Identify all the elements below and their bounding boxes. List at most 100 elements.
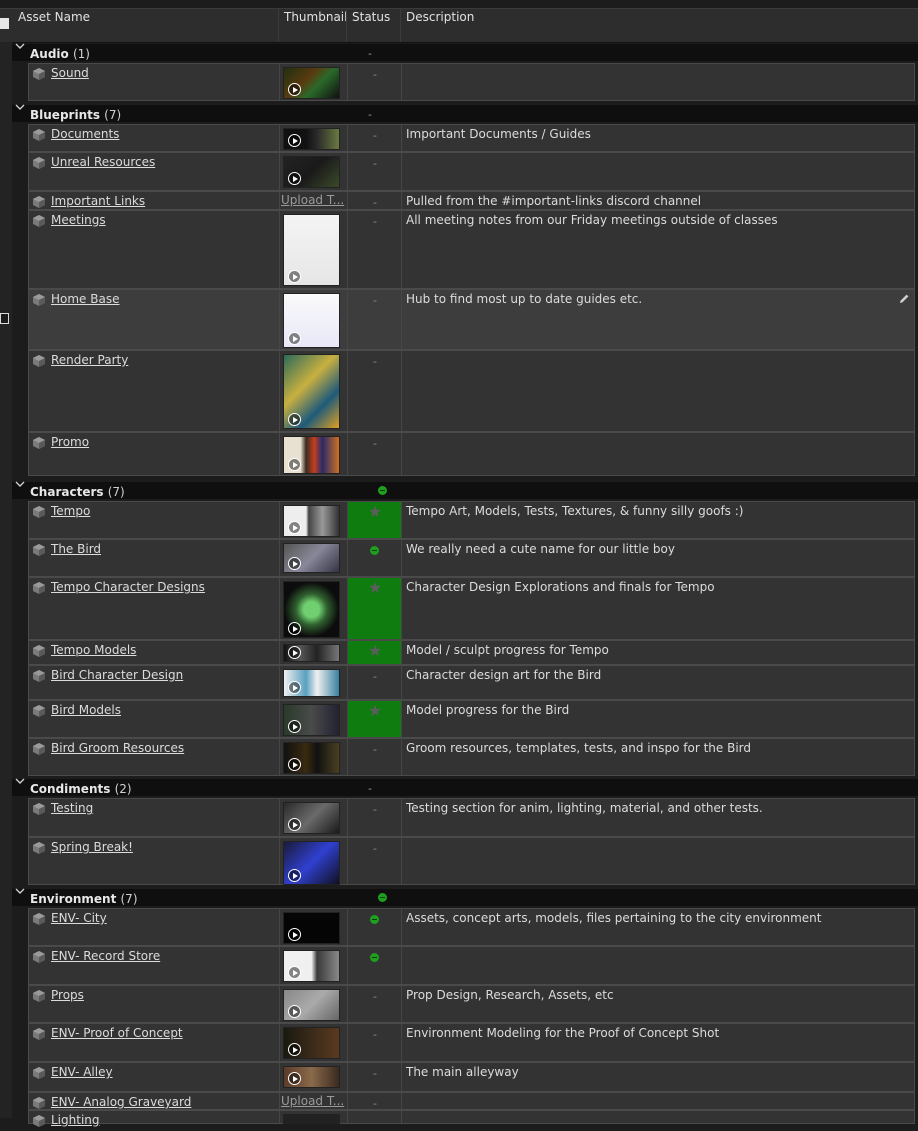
column-header-description[interactable]: Description: [401, 9, 918, 42]
asset-name-link[interactable]: Bird Groom Resources: [51, 741, 184, 755]
status-cell[interactable]: -: [348, 739, 402, 775]
status-cell[interactable]: -: [348, 799, 402, 836]
description-cell[interactable]: [402, 1093, 914, 1109]
thumbnail-cell[interactable]: [280, 909, 348, 945]
list-item[interactable]: ENV- City Assets, concept arts, models, f…: [28, 908, 915, 946]
description-cell[interactable]: Important Documents / Guides: [402, 125, 914, 151]
thumbnail-cell[interactable]: [280, 502, 348, 538]
thumbnail-image[interactable]: [283, 67, 340, 99]
play-icon[interactable]: [288, 869, 301, 882]
thumbnail-image[interactable]: [283, 802, 340, 834]
list-item[interactable]: Home Base - Hub to find most up to date gu…: [28, 289, 915, 350]
thumbnail-cell[interactable]: [280, 1063, 348, 1091]
thumbnail-image[interactable]: [283, 581, 340, 638]
asset-name-link[interactable]: ENV- Analog Graveyard: [51, 1095, 191, 1109]
asset-name-link[interactable]: ENV- Proof of Concept: [51, 1026, 183, 1040]
description-cell[interactable]: Model progress for the Bird: [402, 701, 914, 737]
group-header-characters[interactable]: Characters (7): [12, 479, 918, 499]
play-icon[interactable]: [288, 1005, 301, 1018]
status-cell[interactable]: [348, 909, 402, 945]
thumbnail-image[interactable]: [283, 156, 340, 188]
asset-name-link[interactable]: Meetings: [51, 213, 106, 227]
asset-name-link[interactable]: Render Party: [51, 353, 128, 367]
thumbnail-cell[interactable]: [280, 1024, 348, 1061]
status-cell[interactable]: -: [348, 192, 402, 209]
list-item[interactable]: Bird Groom Resources - Groom resources, te…: [28, 738, 915, 776]
thumbnail-image[interactable]: [283, 644, 340, 662]
status-cell[interactable]: ★: [348, 641, 402, 664]
description-cell[interactable]: [402, 1111, 914, 1123]
list-item[interactable]: Promo -: [28, 432, 915, 476]
thumbnail-image[interactable]: [283, 354, 340, 429]
description-cell[interactable]: Pulled from the #important-links discord…: [402, 192, 914, 209]
asset-name-link[interactable]: Promo: [51, 435, 89, 449]
description-cell[interactable]: Character design art for the Bird: [402, 666, 914, 699]
status-cell[interactable]: [348, 947, 402, 984]
status-cell[interactable]: ★: [348, 578, 402, 639]
thumbnail-image[interactable]: [283, 950, 340, 982]
list-item[interactable]: ENV- Alley - The main alleyway: [28, 1062, 915, 1092]
list-item[interactable]: Bird Character Design - Character design a…: [28, 665, 915, 700]
description-cell[interactable]: [402, 351, 914, 431]
thumbnail-image[interactable]: [283, 214, 340, 286]
status-cell[interactable]: -: [348, 290, 402, 349]
status-cell[interactable]: [348, 540, 402, 576]
asset-name-link[interactable]: Unreal Resources: [51, 155, 155, 169]
status-cell[interactable]: -: [348, 1093, 402, 1110]
chevron-down-icon[interactable]: [15, 102, 27, 114]
status-cell[interactable]: -: [348, 1024, 402, 1061]
status-cell[interactable]: -: [348, 986, 402, 1022]
asset-name-link[interactable]: Tempo: [51, 504, 90, 518]
chevron-down-icon[interactable]: [15, 479, 27, 491]
thumbnail-cell[interactable]: [280, 351, 348, 431]
group-header-audio[interactable]: Audio (1) -: [12, 43, 918, 61]
thumbnail-cell[interactable]: [280, 290, 348, 349]
play-icon[interactable]: [288, 270, 301, 283]
thumbnail-image[interactable]: [283, 1027, 340, 1059]
list-item[interactable]: Tempo ★ Tempo Art, Models, Tests, Textures…: [28, 501, 915, 539]
play-icon[interactable]: [288, 720, 301, 733]
status-cell[interactable]: -: [348, 433, 402, 475]
play-icon[interactable]: [288, 521, 301, 534]
thumbnail-cell[interactable]: [280, 666, 348, 699]
play-icon[interactable]: [288, 1072, 301, 1085]
star-icon[interactable]: ★: [348, 502, 402, 521]
thumbnail-image[interactable]: [283, 841, 340, 885]
description-cell[interactable]: Model / sculpt progress for Tempo: [402, 641, 914, 664]
asset-name-link[interactable]: Bird Models: [51, 703, 121, 717]
list-item[interactable]: Props - Prop Design, Research, Assets, etc: [28, 985, 915, 1023]
list-item[interactable]: Tempo Models ★ Model / sculpt progress for…: [28, 640, 915, 665]
thumbnail-cell[interactable]: [280, 701, 348, 737]
description-cell[interactable]: All meeting notes from our Friday meetin…: [402, 211, 914, 288]
list-item[interactable]: Lighting: [28, 1110, 915, 1127]
list-item[interactable]: ENV- Record Store: [28, 946, 915, 985]
pencil-icon[interactable]: [898, 293, 910, 308]
play-icon[interactable]: [288, 681, 301, 694]
thumbnail-cell[interactable]: [280, 838, 348, 885]
status-cell[interactable]: -: [348, 125, 402, 151]
list-item[interactable]: Important Links Upload T... - Pulled from t…: [28, 191, 915, 210]
upload-thumbnail-link[interactable]: Upload T...: [281, 1094, 344, 1108]
asset-name-link[interactable]: Important Links: [51, 194, 145, 208]
thumbnail-cell[interactable]: [280, 1111, 348, 1124]
status-cell[interactable]: -: [348, 666, 402, 699]
asset-name-link[interactable]: The Bird: [51, 542, 101, 556]
upload-thumbnail-link[interactable]: Upload T...: [281, 193, 344, 207]
play-icon[interactable]: [288, 646, 301, 659]
play-icon[interactable]: [288, 758, 301, 771]
status-cell[interactable]: -: [348, 1063, 402, 1091]
play-icon[interactable]: [288, 134, 301, 147]
column-header-status[interactable]: Status: [347, 9, 401, 42]
list-item[interactable]: ENV- Analog Graveyard Upload T... -: [28, 1092, 915, 1110]
asset-name-link[interactable]: Testing: [51, 801, 93, 815]
thumbnail-cell[interactable]: [280, 739, 348, 775]
asset-name-link[interactable]: ENV- Alley: [51, 1065, 113, 1079]
thumbnail-image[interactable]: [283, 1114, 340, 1124]
asset-name-link[interactable]: Spring Break!: [51, 840, 133, 854]
description-cell[interactable]: [402, 433, 914, 475]
description-cell[interactable]: [402, 64, 914, 100]
list-item[interactable]: Bird Models ★ Model progress for the Bird: [28, 700, 915, 738]
status-cell[interactable]: -: [348, 838, 402, 884]
description-cell[interactable]: Assets, concept arts, models, files pert…: [402, 909, 914, 945]
thumbnail-cell[interactable]: [280, 799, 348, 836]
